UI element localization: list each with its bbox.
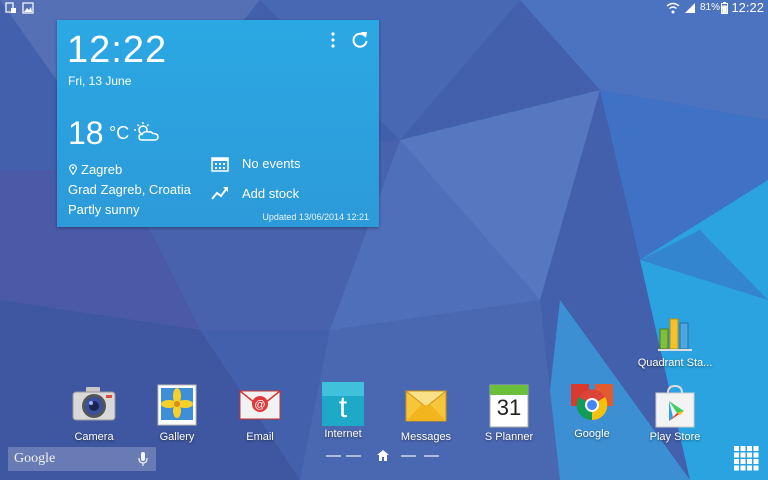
partly-sunny-icon — [134, 122, 159, 141]
app-messages[interactable]: Messages — [384, 383, 468, 443]
email-icon: @ — [239, 390, 281, 420]
apps-grid-icon[interactable] — [733, 445, 759, 471]
app-s-planner[interactable]: 31 S Planner — [467, 383, 551, 443]
screenshot-icon — [5, 2, 16, 13]
gallery-icon — [157, 384, 197, 426]
widget-region: Grad Zagreb, Croatia — [68, 182, 191, 197]
camera-icon — [72, 387, 116, 421]
app-label: Gallery — [159, 431, 195, 443]
app-label: Google — [574, 428, 610, 440]
wifi-icon — [666, 2, 680, 14]
app-label: Messages — [400, 431, 452, 443]
google-logo: Google — [14, 451, 56, 466]
status-bar: 81% 12:22 — [0, 0, 768, 16]
home-page-icon[interactable] — [377, 450, 389, 461]
location-pin-icon — [69, 164, 77, 175]
page-dot[interactable] — [424, 455, 439, 457]
widget-clock: 12:22 — [67, 29, 168, 71]
app-camera[interactable]: Camera — [52, 383, 136, 443]
refresh-icon[interactable] — [350, 30, 370, 50]
widget-updated-time: Updated 13/06/2014 12:21 — [262, 212, 369, 222]
app-label: Play Store — [649, 431, 701, 443]
image-notification-icon — [22, 2, 34, 14]
app-play-store[interactable]: Play Store — [633, 383, 717, 443]
app-google-folder[interactable]: Google — [550, 380, 634, 440]
google-folder-icon — [571, 384, 613, 421]
battery-icon — [721, 2, 728, 14]
app-email[interactable]: @ Email — [218, 383, 302, 443]
app-label: Camera — [74, 431, 114, 443]
widget-date: Fri, 13 June — [68, 74, 132, 88]
app-quadrant-standard[interactable]: Quadrant Sta... — [633, 309, 717, 369]
signal-icon — [685, 3, 695, 13]
status-time: 12:22 — [731, 0, 764, 15]
page-dot[interactable] — [326, 455, 341, 457]
add-stock-link[interactable]: Add stock — [242, 186, 299, 201]
widget-condition: Partly sunny — [68, 202, 140, 217]
microphone-icon[interactable] — [138, 451, 148, 467]
app-label: Internet — [324, 428, 362, 440]
internet-icon: t — [322, 382, 364, 426]
app-label: Email — [246, 431, 274, 443]
stock-chart-icon — [211, 187, 228, 200]
svg-text:t: t — [339, 391, 348, 424]
s-planner-day: 31 — [496, 395, 522, 420]
battery-percent: 81% — [699, 2, 720, 13]
widget-city: Zagreb — [81, 162, 123, 177]
page-dot[interactable] — [346, 455, 361, 457]
app-internet[interactable]: t Internet — [301, 380, 385, 440]
messages-icon — [404, 390, 448, 422]
svg-text:@: @ — [254, 399, 265, 411]
quadrant-app-icon — [658, 318, 692, 351]
more-options-icon[interactable] — [329, 32, 337, 48]
temperature-unit: °C — [109, 123, 130, 143]
temperature: 18 — [68, 115, 104, 151]
weather-clock-widget[interactable]: 12:22 Fri, 13 June 18 °C Zagreb Grad Zag… — [57, 20, 379, 227]
google-search-bar[interactable]: Google — [8, 447, 156, 471]
calendar-icon — [211, 157, 229, 172]
page-dot[interactable] — [401, 455, 416, 457]
widget-events-link[interactable]: No events — [242, 156, 301, 171]
app-gallery[interactable]: Gallery — [135, 383, 219, 443]
play-store-icon — [655, 384, 695, 428]
page-indicators — [326, 450, 442, 462]
app-label: S Planner — [484, 431, 534, 443]
app-label: Quadrant Sta... — [637, 357, 713, 369]
